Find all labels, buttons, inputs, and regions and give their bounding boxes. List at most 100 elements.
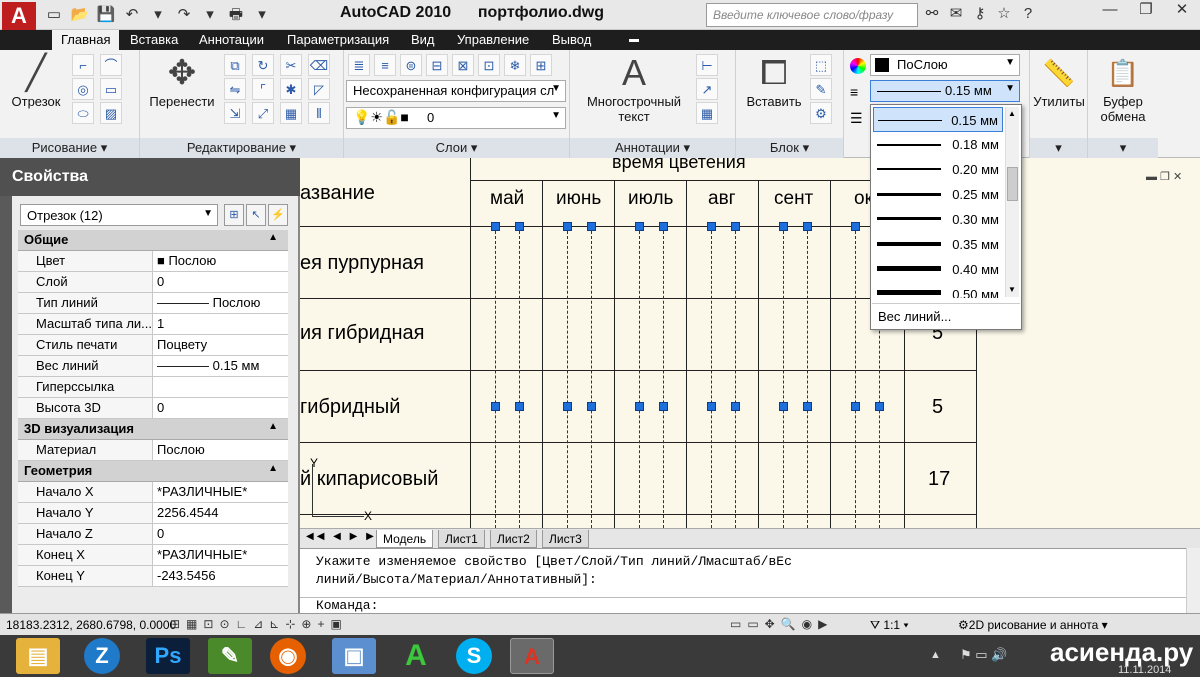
photo-viewer-icon[interactable]: ▣ [332, 638, 376, 674]
utilities-expand-icon[interactable]: ▾ [1030, 138, 1087, 158]
binoculars-icon[interactable]: ⚯ [922, 3, 942, 25]
mtext-button[interactable]: A Многострочный текст [576, 52, 692, 124]
dimension-icon[interactable]: ⊢ [696, 54, 718, 76]
layer-walk-icon[interactable]: ⊜ [400, 54, 422, 76]
command-scrollbar[interactable] [1186, 548, 1200, 613]
grip-handle[interactable] [707, 402, 716, 411]
help-icon[interactable]: ? [1018, 3, 1038, 25]
selected-line[interactable] [495, 226, 496, 528]
select-objects-icon[interactable]: ↖ [246, 204, 266, 226]
layer-iso-icon[interactable]: ⊡ [478, 54, 500, 76]
move-button[interactable]: ✥ Перенести [146, 52, 218, 109]
communication-center-icon[interactable]: ✉ [946, 3, 966, 25]
insert-button[interactable]: ⧠ Вставить [740, 52, 808, 109]
lineweight-select[interactable]: 0.15 мм ▼ [870, 80, 1020, 102]
qat-dropdown-icon[interactable]: ▾ [250, 4, 274, 26]
layer-freeze-icon[interactable]: ❄ [504, 54, 526, 76]
grip-handle[interactable] [635, 222, 644, 231]
chamfer-icon[interactable]: ◸ [308, 78, 330, 100]
scale-icon[interactable]: ⤢ [252, 102, 274, 124]
property-row[interactable]: Конец X *РАЗЛИЧНЫЕ* [18, 545, 288, 566]
drafting-toggles[interactable]: ⊞▦⊡⊙∟⊿⊾⊹⊕+▣ [170, 617, 348, 631]
layer-prev-icon[interactable]: ⊠ [452, 54, 474, 76]
lineweight-option[interactable]: 0.18 мм [873, 132, 1003, 157]
rectangle-icon[interactable]: ▭ [100, 78, 122, 100]
grip-handle[interactable] [803, 222, 812, 231]
ellipse-icon[interactable]: ⬭ [72, 102, 94, 124]
erase-icon[interactable]: ⌫ [308, 54, 330, 76]
rotate-icon[interactable]: ↻ [252, 54, 274, 76]
grip-handle[interactable] [779, 402, 788, 411]
create-block-icon[interactable]: ⬚ [810, 54, 832, 76]
tab-manage[interactable]: Управление [448, 30, 538, 50]
redo-dropdown-icon[interactable]: ▾ [198, 4, 222, 26]
selected-line[interactable] [735, 226, 736, 528]
property-row[interactable]: Вес линий ———— 0.15 мм [18, 356, 288, 377]
palette-sidebar[interactable] [0, 196, 12, 613]
close-icon[interactable]: ✕ [1164, 0, 1200, 22]
object-type-select[interactable]: Отрезок (12) ▼ [20, 204, 218, 226]
selected-line[interactable] [567, 226, 568, 528]
property-row[interactable]: Стиль печати Поцвету [18, 335, 288, 356]
grip-handle[interactable] [875, 402, 884, 411]
new-file-icon[interactable]: ▭ [42, 4, 66, 26]
circle-icon[interactable]: ◎ [72, 78, 94, 100]
navigation-tools[interactable]: ▭▭✥🔍◉▶ [730, 617, 833, 631]
leader-icon[interactable]: ↗ [696, 78, 718, 100]
grip-handle[interactable] [563, 402, 572, 411]
clipboard-expand-icon[interactable]: ▾ [1088, 138, 1158, 158]
block-panel-title[interactable]: Блок ▾ [736, 138, 843, 158]
annotation-scale[interactable]: ⛛ 1:1 ▾ [870, 618, 908, 633]
key-icon[interactable]: ⚷ [970, 3, 990, 25]
tray-arrow-icon[interactable]: ▲ [930, 649, 941, 661]
firefox-icon[interactable]: ◉ [270, 638, 306, 674]
star-icon[interactable]: ☆ [994, 3, 1014, 25]
draw-panel-title[interactable]: Рисование ▾ [0, 138, 139, 158]
notepad-icon[interactable]: ✎ [208, 638, 252, 674]
skype-icon[interactable]: S [456, 638, 492, 674]
fillet-icon[interactable]: ⌜ [252, 78, 274, 100]
clipboard-button[interactable]: 📋 Буфер обмена [1088, 52, 1158, 124]
redo-icon[interactable]: ↷ [172, 4, 196, 26]
selected-line[interactable] [519, 226, 520, 528]
open-file-icon[interactable]: 📂 [68, 4, 92, 26]
grip-handle[interactable] [851, 402, 860, 411]
property-row[interactable]: Цвет ■ Послою [18, 251, 288, 272]
drawing-canvas[interactable]: время цветения азвание май июнь июль авг… [300, 158, 1200, 528]
ribbon-minimize-icon[interactable]: ▬ [620, 30, 648, 50]
property-row[interactable]: Начало X *РАЗЛИЧНЫЕ* [18, 482, 288, 503]
search-input[interactable]: Введите ключевое слово/фразу [706, 3, 918, 27]
toggle-pickadd-icon[interactable]: ⊞ [224, 204, 244, 226]
workspace-switch[interactable]: ⚙2D рисование и аннота ▾ [958, 618, 1108, 632]
layers-panel-title[interactable]: Слои ▾ [344, 138, 569, 158]
tab-home[interactable]: Главная [52, 30, 120, 50]
layer-properties-icon[interactable]: ≣ [348, 54, 370, 76]
tab-output[interactable]: Вывод [543, 30, 600, 50]
grip-handle[interactable] [491, 402, 500, 411]
property-row[interactable]: Конец Y -243.5456 [18, 566, 288, 587]
grip-handle[interactable] [707, 222, 716, 231]
layer-select[interactable]: 💡☀🔓■ 0 ▼ [346, 107, 566, 129]
command-input[interactable]: Команда: [300, 597, 1186, 613]
tray-icons[interactable]: ⚑ ▭ 🔊 [960, 647, 1007, 663]
polyline-icon[interactable]: ⌐ [72, 54, 94, 76]
lineweight-option[interactable]: 0.40 мм [873, 257, 1003, 282]
dropdown-scrollbar[interactable]: ▲ ▼ [1005, 107, 1019, 297]
scroll-up-icon[interactable]: ▲ [1008, 109, 1016, 118]
grip-handle[interactable] [779, 222, 788, 231]
table-icon[interactable]: ▦ [696, 102, 718, 124]
color-select[interactable]: ПоСлою ▼ [870, 54, 1020, 76]
grip-handle[interactable] [563, 222, 572, 231]
scroll-thumb[interactable] [1007, 167, 1018, 201]
tab-sheet3[interactable]: Лист3 [542, 530, 589, 548]
explode-icon[interactable]: ✱ [280, 78, 302, 100]
grip-handle[interactable] [491, 222, 500, 231]
grip-handle[interactable] [803, 402, 812, 411]
tab-view[interactable]: Вид [402, 30, 444, 50]
grip-handle[interactable] [659, 222, 668, 231]
lineweight-option[interactable]: 0.15 мм [873, 107, 1003, 132]
lineweight-option[interactable]: 0.20 мм [873, 157, 1003, 182]
quick-select-icon[interactable]: ⚡ [268, 204, 288, 226]
utilities-button[interactable]: 📏 Утилиты [1030, 52, 1088, 109]
trim-icon[interactable]: ✂ [280, 54, 302, 76]
